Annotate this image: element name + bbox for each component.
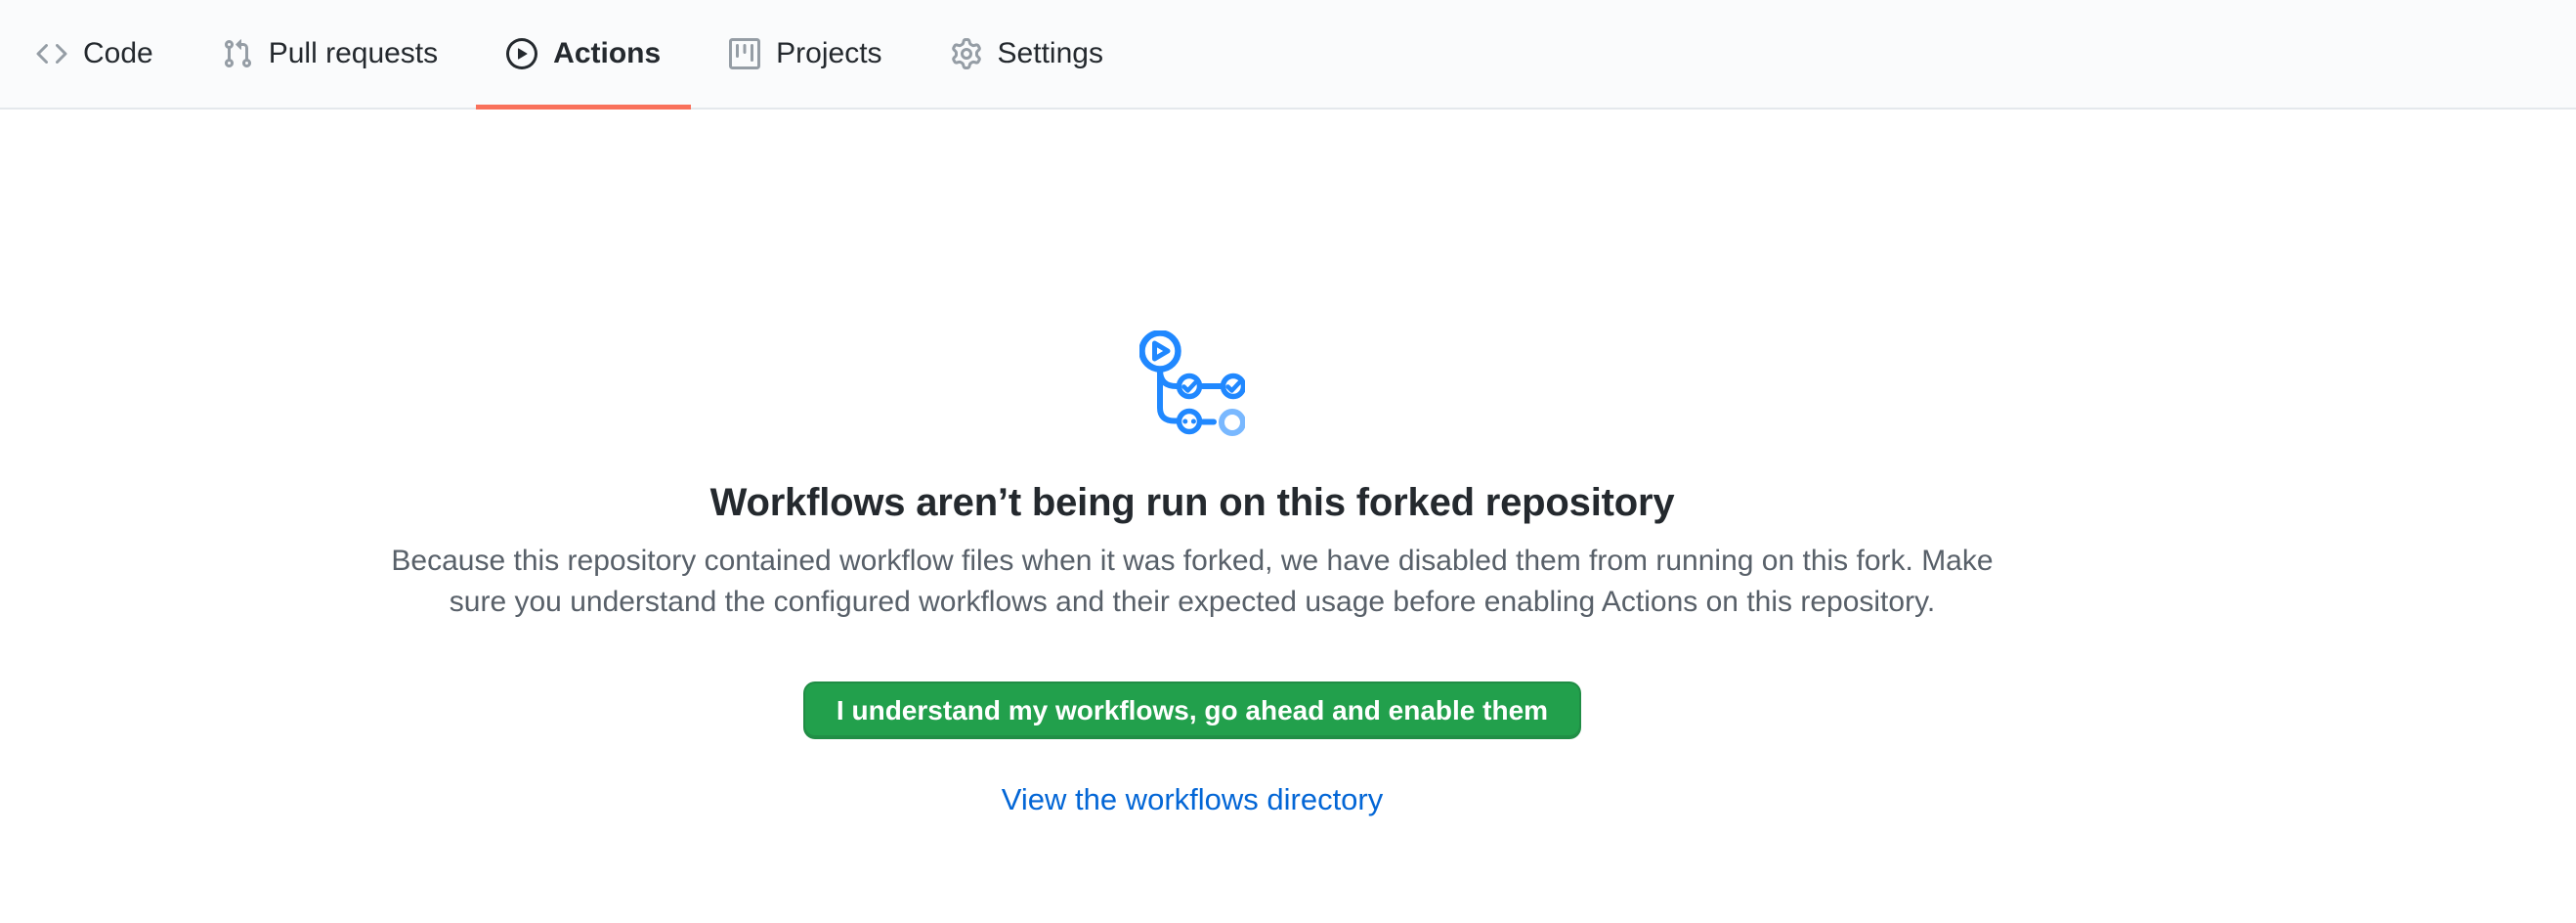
actions-empty-state: Workflows aren’t being run on this forke… xyxy=(0,110,2384,817)
tab-actions-label: Actions xyxy=(553,39,661,68)
tab-code[interactable]: Code xyxy=(6,0,184,108)
git-pull-request-icon xyxy=(222,38,253,69)
tab-code-label: Code xyxy=(83,39,153,68)
play-circle-icon xyxy=(506,38,537,69)
empty-state-description: Because this repository contained workfl… xyxy=(381,541,2003,623)
gear-icon xyxy=(951,38,982,69)
project-board-icon xyxy=(729,38,760,69)
workflow-graph-icon xyxy=(1139,330,1245,436)
tab-projects[interactable]: Projects xyxy=(699,0,912,108)
code-icon xyxy=(36,38,67,69)
view-workflows-directory-link[interactable]: View the workflows directory xyxy=(1002,782,1384,817)
tab-settings[interactable]: Settings xyxy=(921,0,1134,108)
empty-state-title: Workflows aren’t being run on this forke… xyxy=(710,481,1675,525)
tab-projects-label: Projects xyxy=(776,39,881,68)
tab-actions[interactable]: Actions xyxy=(476,0,691,108)
tab-pull-requests-label: Pull requests xyxy=(269,39,438,68)
enable-workflows-button[interactable]: I understand my workflows, go ahead and … xyxy=(803,681,1581,739)
tab-pull-requests[interactable]: Pull requests xyxy=(192,0,468,108)
tab-settings-label: Settings xyxy=(998,39,1103,68)
repo-tab-nav: Code Pull requests Actions Projects Sett… xyxy=(0,0,2576,110)
